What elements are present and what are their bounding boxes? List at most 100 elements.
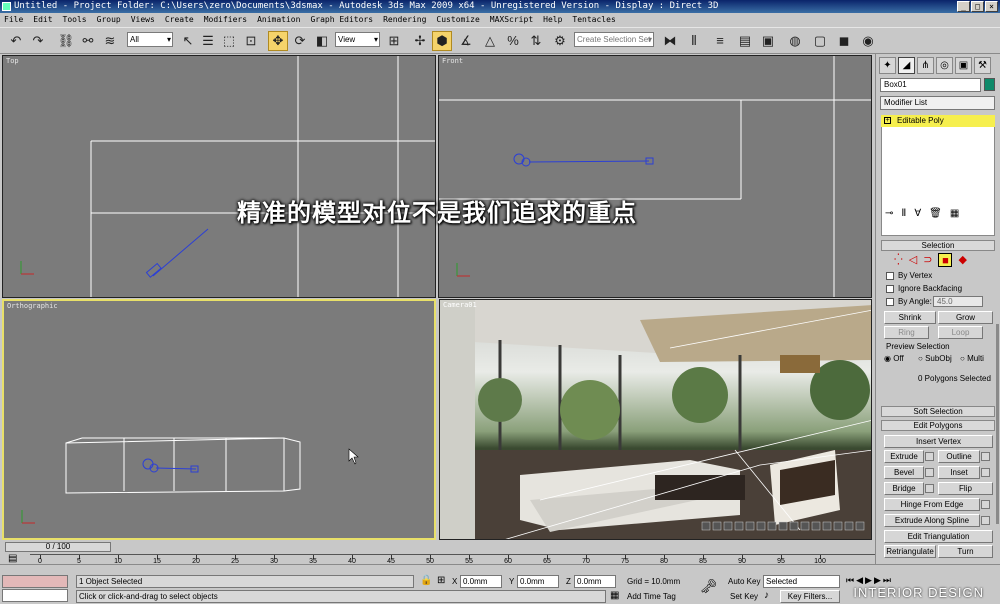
undo-icon[interactable]: ↶	[6, 31, 26, 51]
mirror-icon[interactable]: ⧓	[660, 31, 680, 51]
reference-coord-dropdown[interactable]: View	[335, 32, 380, 47]
minimize-button[interactable]: _	[957, 1, 970, 12]
viewport-label-camera[interactable]: Camera01	[443, 301, 477, 309]
motion-tab-icon[interactable]: ◎	[936, 57, 953, 74]
keyboard-shortcut-override-icon[interactable]: ⬢	[432, 31, 452, 51]
bridge-button[interactable]: Bridge	[884, 482, 924, 495]
edit-named-selection-icon[interactable]: ⚙	[550, 31, 570, 51]
edit-triangulation-button[interactable]: Edit Triangulation	[884, 530, 993, 543]
outline-settings-button[interactable]	[981, 452, 990, 461]
stack-item-editable-poly[interactable]: + Editable Poly	[881, 115, 995, 127]
element-mode-icon[interactable]: ◆	[958, 253, 966, 267]
absolute-mode-icon[interactable]: ⊞	[437, 575, 445, 586]
time-tag-icon[interactable]: ▦	[610, 590, 619, 601]
object-color-swatch[interactable]	[984, 78, 995, 91]
bridge-settings-button[interactable]	[925, 484, 934, 493]
utilities-tab-icon[interactable]: ⚒	[974, 57, 991, 74]
maximize-button[interactable]: □	[971, 1, 984, 12]
modify-tab-icon[interactable]: ◢	[898, 57, 915, 74]
menu-modifiers[interactable]: Modifiers	[204, 13, 247, 27]
select-manipulate-icon[interactable]: ✢	[410, 31, 430, 51]
viewport-orthographic[interactable]: Orthographic	[2, 299, 436, 540]
configure-sets-icon[interactable]: ▦	[950, 205, 959, 223]
inset-button[interactable]: Inset	[938, 466, 980, 479]
outline-button[interactable]: Outline	[938, 450, 980, 463]
create-tab-icon[interactable]: ✦	[879, 57, 896, 74]
preview-multi-radio[interactable]: ○ Multi	[960, 354, 984, 364]
selection-filter-dropdown[interactable]: All	[127, 32, 173, 47]
menu-tentacles[interactable]: Tentacles	[572, 13, 615, 27]
object-name-field[interactable]: Box01	[880, 78, 981, 92]
insert-vertex-button[interactable]: Insert Vertex	[884, 435, 993, 448]
turn-button[interactable]: Turn	[938, 545, 993, 558]
hinge-from-edge-button[interactable]: Hinge From Edge	[884, 498, 980, 511]
hinge-settings-button[interactable]	[981, 500, 990, 509]
extrude-spline-settings-button[interactable]	[981, 516, 990, 525]
menu-help[interactable]: Help	[543, 13, 562, 27]
select-move-icon[interactable]: ✥	[268, 31, 288, 51]
by-vertex-checkbox[interactable]	[886, 272, 894, 280]
bevel-button[interactable]: Bevel	[884, 466, 924, 479]
trackbar-toggle-icon[interactable]: ▤	[8, 553, 17, 564]
unlink-icon[interactable]: ⚯	[78, 31, 98, 51]
display-tab-icon[interactable]: ▣	[955, 57, 972, 74]
select-scale-icon[interactable]: ◧	[312, 31, 332, 51]
menu-maxscript[interactable]: MAXScript	[490, 13, 533, 27]
polygon-mode-icon[interactable]: ■	[938, 253, 953, 267]
rollout-edit-polygons[interactable]: Edit Polygons	[881, 420, 995, 431]
shrink-button[interactable]: Shrink	[884, 311, 936, 324]
auto-key-button[interactable]: Auto Key	[728, 577, 760, 587]
spinner-snap-icon[interactable]: ⇅	[526, 31, 546, 51]
modifier-list-dropdown[interactable]: Modifier List	[880, 96, 995, 110]
select-rotate-icon[interactable]: ⟳	[290, 31, 310, 51]
flip-button[interactable]: Flip	[938, 482, 993, 495]
named-selection-set-dropdown[interactable]: Create Selection Set	[574, 32, 654, 47]
extrude-along-spline-button[interactable]: Extrude Along Spline	[884, 514, 980, 527]
border-mode-icon[interactable]: ⊃	[923, 253, 932, 267]
menu-rendering[interactable]: Rendering	[383, 13, 426, 27]
preview-subobj-radio[interactable]: ○ SubObj	[918, 354, 952, 364]
by-angle-checkbox[interactable]	[886, 298, 894, 306]
select-by-name-icon[interactable]: ☰	[198, 31, 218, 51]
link-icon[interactable]: ⛓	[56, 31, 76, 51]
z-coordinate-field[interactable]: 0.0mm	[574, 575, 616, 588]
panel-scrollbar[interactable]	[996, 324, 999, 524]
add-time-tag-button[interactable]: Add Time Tag	[627, 592, 676, 602]
remove-modifier-icon[interactable]: 🗑	[929, 205, 942, 223]
layer-manager-icon[interactable]: ≡	[710, 31, 730, 51]
menu-group[interactable]: Group	[97, 13, 121, 27]
key-mode-toggle-icon[interactable]: ♪	[764, 590, 769, 601]
viewport-top[interactable]: Top	[2, 55, 436, 298]
maxscript-input-mini[interactable]	[2, 589, 68, 602]
close-button[interactable]: ×	[985, 1, 998, 12]
angle-spinner[interactable]: 45.0	[933, 296, 983, 307]
extrude-settings-button[interactable]	[925, 452, 934, 461]
selection-lock-icon[interactable]: 🔒	[420, 575, 432, 586]
expand-plus-icon[interactable]: +	[884, 117, 891, 124]
menu-edit[interactable]: Edit	[33, 13, 52, 27]
select-object-icon[interactable]: ↖	[178, 31, 198, 51]
time-slider[interactable]: 0 / 100	[5, 542, 111, 552]
snaps-toggle-icon[interactable]: ∡	[456, 31, 476, 51]
ignore-backfacing-checkbox[interactable]	[886, 285, 894, 293]
pin-stack-icon[interactable]: ⊸	[885, 205, 893, 223]
key-filters-button[interactable]: Key Filters...	[780, 590, 840, 603]
edge-mode-icon[interactable]: ◁	[909, 253, 917, 267]
grow-button[interactable]: Grow	[938, 311, 993, 324]
x-coordinate-field[interactable]: 0.0mm	[460, 575, 502, 588]
material-editor-icon[interactable]: ◍	[785, 31, 805, 51]
menu-create[interactable]: Create	[165, 13, 194, 27]
window-crossing-icon[interactable]: ⊡	[241, 31, 261, 51]
curve-editor-icon[interactable]: ▤	[735, 31, 755, 51]
key-icon[interactable]: 🗝	[700, 578, 718, 595]
quick-render-icon[interactable]: ◉	[858, 31, 878, 51]
rendered-frame-window-icon[interactable]: ◼	[834, 31, 854, 51]
menu-views[interactable]: Views	[131, 13, 155, 27]
region-select-icon[interactable]: ⬚	[219, 31, 239, 51]
redo-icon[interactable]: ↷	[28, 31, 48, 51]
track-bar[interactable]: 0 5 10 15 20 25 30 35 40 45 50 55 60 65 …	[30, 554, 875, 565]
preview-off-radio[interactable]: ◉ Off	[884, 354, 904, 364]
inset-settings-button[interactable]	[981, 468, 990, 477]
hierarchy-tab-icon[interactable]: ⋔	[917, 57, 934, 74]
bind-space-warp-icon[interactable]: ≋	[100, 31, 120, 51]
